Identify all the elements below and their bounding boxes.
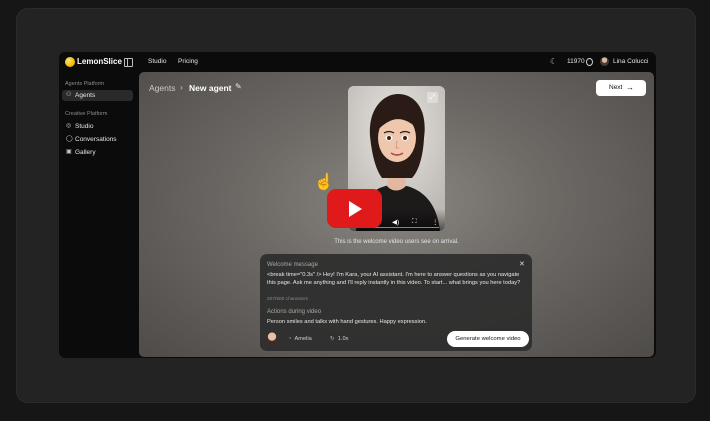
pencil-icon[interactable]: ✎ bbox=[235, 82, 242, 91]
actions-title: Actions during video bbox=[267, 309, 322, 315]
main-content: Agents › New agent ✎ Next → ⤢ ◀) ⛶ ⋮ ☝ T… bbox=[139, 72, 654, 357]
character-count: 207/500 characters bbox=[267, 297, 309, 302]
sidebar-item-label: Studio bbox=[75, 123, 94, 130]
gallery-icon: ▣ bbox=[66, 149, 72, 155]
speed-icon: ↻ bbox=[330, 336, 335, 342]
more-options-icon[interactable]: ⋮ bbox=[432, 218, 439, 226]
palette-icon: ◎ bbox=[66, 123, 72, 129]
close-icon[interactable]: ✕ bbox=[519, 260, 525, 268]
sidebar-item-label: Gallery bbox=[75, 149, 96, 156]
sidebar: Agents Platform ⚇ Agents Creative Platfo… bbox=[59, 72, 139, 358]
nav-studio[interactable]: Studio bbox=[148, 58, 166, 65]
breadcrumb-agents[interactable]: Agents bbox=[149, 83, 175, 93]
hand-cursor-icon: ☝ bbox=[314, 174, 334, 191]
section-label-agents-platform: Agents Platform bbox=[65, 81, 105, 87]
moon-icon[interactable]: ☾ bbox=[550, 57, 557, 66]
speed-selector[interactable]: ↻ 1.0x bbox=[330, 334, 349, 344]
welcome-message-text[interactable]: <break time="0.3s" /> Hey! I'm Kara, you… bbox=[267, 271, 529, 287]
section-label-creative-platform: Creative Platform bbox=[65, 111, 108, 117]
top-bar: LemonSlice Studio Pricing ☾ 11970 Lina C… bbox=[59, 52, 656, 72]
chat-icon: ◯ bbox=[66, 136, 73, 142]
fullscreen-icon[interactable]: ⛶ bbox=[412, 218, 417, 226]
speed-label: 1.0x bbox=[337, 336, 349, 342]
actions-text[interactable]: Person smiles and talks with hand gestur… bbox=[267, 319, 427, 325]
video-caption: This is the welcome video users see on a… bbox=[334, 239, 459, 245]
user-icon: ⚇ bbox=[66, 92, 72, 98]
sidebar-toggle-icon[interactable] bbox=[124, 58, 133, 67]
voice-label: Amelia bbox=[294, 336, 312, 342]
sidebar-item-agents[interactable]: ⚇ Agents bbox=[62, 90, 133, 101]
voice-icon: ◔ bbox=[288, 336, 292, 342]
expand-icon[interactable]: ⤢ bbox=[427, 92, 438, 103]
voice-selector[interactable]: ◔ Amelia bbox=[288, 334, 312, 344]
agent-avatar[interactable] bbox=[265, 331, 279, 345]
play-button[interactable] bbox=[327, 189, 382, 228]
avatar[interactable] bbox=[600, 57, 609, 66]
volume-icon[interactable]: ◀) bbox=[392, 218, 399, 226]
welcome-message-panel: Welcome message ✕ <break time="0.3s" /> … bbox=[260, 254, 532, 351]
credit-icon bbox=[586, 58, 593, 66]
sidebar-item-conversations[interactable]: ◯ Conversations bbox=[62, 134, 133, 145]
credits-count: 11970 bbox=[567, 58, 585, 65]
brand-name[interactable]: LemonSlice bbox=[77, 57, 122, 66]
sidebar-item-label: Conversations bbox=[75, 136, 117, 143]
welcome-message-title: Welcome message bbox=[267, 262, 318, 268]
breadcrumb-separator: › bbox=[180, 83, 183, 92]
app-window: LemonSlice Studio Pricing ☾ 11970 Lina C… bbox=[59, 52, 656, 358]
generate-welcome-video-button[interactable]: Generate welcome video bbox=[447, 331, 529, 347]
next-button[interactable]: Next → bbox=[596, 80, 646, 96]
user-name[interactable]: Lina Colucci bbox=[613, 58, 648, 65]
arrow-right-icon: → bbox=[626, 83, 634, 92]
sidebar-item-gallery[interactable]: ▣ Gallery bbox=[62, 147, 133, 158]
page-title: New agent bbox=[189, 83, 232, 93]
next-button-label: Next bbox=[609, 84, 623, 91]
sidebar-item-studio[interactable]: ◎ Studio bbox=[62, 121, 133, 132]
lemon-logo-icon bbox=[65, 57, 75, 67]
sidebar-item-label: Agents bbox=[75, 92, 96, 99]
nav-pricing[interactable]: Pricing bbox=[178, 58, 198, 65]
